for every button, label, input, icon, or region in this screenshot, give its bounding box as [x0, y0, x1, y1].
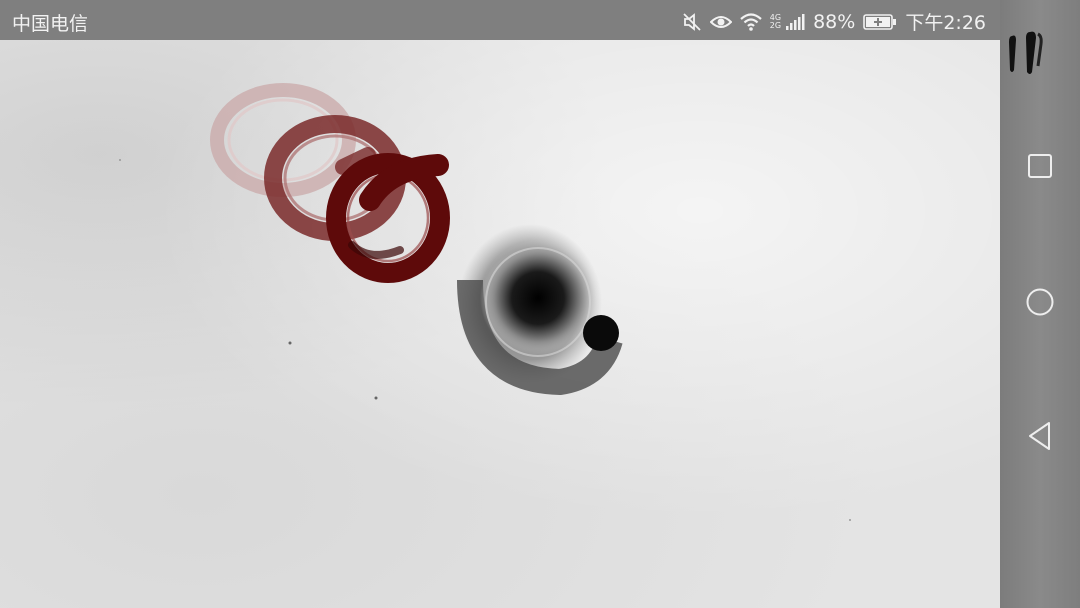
navigation-bar: [1000, 0, 1080, 608]
ink-scene: [119, 83, 851, 521]
game-canvas[interactable]: [0, 40, 1000, 608]
black-ink-orb[interactable]: [457, 224, 623, 396]
status-bar: 中国电信 4G 2G 88% 下午2:26: [0, 0, 1000, 40]
pause-button[interactable]: [1004, 30, 1048, 78]
carrier-name: 中国电信: [12, 13, 89, 35]
mute-icon: [682, 12, 702, 32]
recent-apps-button[interactable]: [1020, 148, 1060, 188]
battery-charging-icon: [863, 13, 897, 31]
back-button[interactable]: [1020, 418, 1060, 458]
brush-pause-icon: [1004, 31, 1048, 82]
home-button[interactable]: [1020, 284, 1060, 324]
clock: 下午2:26: [905, 12, 986, 34]
wifi-icon: [740, 12, 762, 32]
battery-percent: 88%: [813, 10, 856, 33]
home-icon: [1025, 287, 1055, 321]
recent-apps-icon: [1027, 153, 1053, 183]
status-icons: 4G 2G 88% 下午2:26: [682, 8, 986, 35]
back-icon: [1027, 421, 1053, 455]
network-type: 4G 2G: [769, 12, 782, 30]
eye-comfort-icon: [709, 12, 732, 32]
signal-icon: [785, 13, 805, 31]
